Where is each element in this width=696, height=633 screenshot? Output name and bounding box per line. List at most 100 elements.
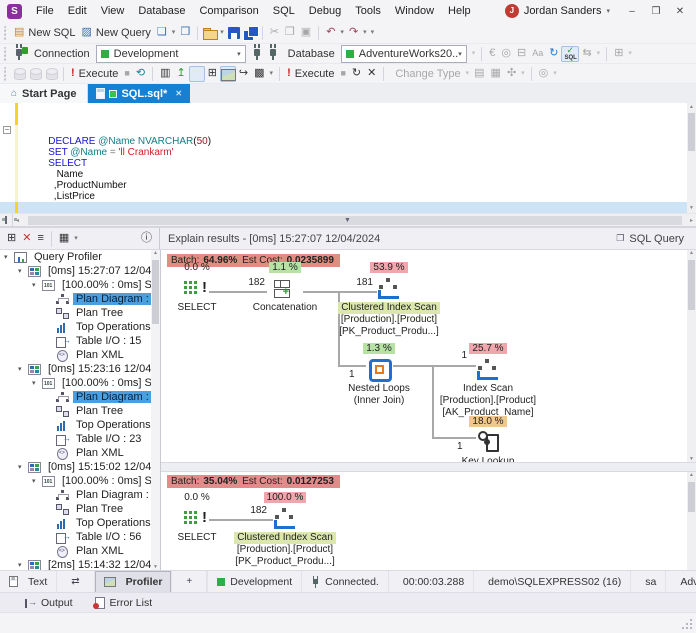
- stop-button[interactable]: ■ ▾: [121, 65, 132, 83]
- history-button[interactable]: ⟲ ▾: [133, 65, 148, 83]
- tree-item[interactable]: Table I/O : 15: [0, 334, 160, 348]
- tree-expander-icon[interactable]: ▾: [18, 267, 28, 275]
- tree-item[interactable]: Table I/O : 23: [0, 432, 160, 446]
- tree-item[interactable]: ▾ [0ms] 15:27:07 12/04/2024: [0, 264, 160, 278]
- combo-box[interactable]: AdventureWorks20... ▾: [340, 44, 467, 63]
- plan-node[interactable]: 18.0 % Key Lookup: [423, 416, 553, 462]
- menu-item[interactable]: Comparison: [192, 2, 265, 20]
- plan-vertical-scrollbar[interactable]: ▲: [687, 472, 696, 570]
- tree-item[interactable]: Plan Diagram : 0.023...: [0, 390, 160, 404]
- tree-item[interactable]: ▾ [2ms] 15:14:32 12/04/2024: [0, 558, 160, 570]
- tree-expander-icon[interactable]: ▾: [18, 561, 28, 569]
- view-mode-dropdown[interactable]: ▾: [72, 231, 80, 247]
- code-fold-icon[interactable]: [3, 126, 11, 134]
- collapse-editor-icon[interactable]: ▼: [344, 217, 351, 224]
- redo-button[interactable]: ↷ ▾: [346, 24, 361, 42]
- save-all-button[interactable]: ▾: [242, 25, 259, 41]
- editor-vertical-scrollbar[interactable]: ▲ ▼: [687, 103, 696, 213]
- new-connection-button[interactable]: ▾: [11, 46, 27, 62]
- scroll-up-icon[interactable]: ▲: [689, 250, 694, 256]
- menu-item[interactable]: Edit: [61, 2, 94, 20]
- estimate-cost-button[interactable]: € ▾: [486, 45, 498, 63]
- scroll-up-icon[interactable]: ▲: [687, 103, 696, 112]
- combo-dropdown-icon[interactable]: ▾: [237, 50, 241, 58]
- code-line[interactable]: WHERE SafetyStockLevel > 500: [0, 191, 696, 202]
- undo-dropdown[interactable]: ▾ ▾: [338, 24, 346, 42]
- tree-item[interactable]: Plan XML: [0, 544, 160, 558]
- execute-button[interactable]: ! Execute ▾: [68, 65, 121, 83]
- combo-box[interactable]: Development ▾: [95, 44, 246, 63]
- clear-sessions-button[interactable]: ≡: [34, 231, 46, 247]
- disconnect-button[interactable]: ▾: [265, 46, 281, 62]
- code-line[interactable]: DECLARE @Name NVARCHAR(50): [0, 103, 696, 147]
- validate-sql-button[interactable]: ▾: [561, 45, 580, 62]
- code-line[interactable]: SELECT: [0, 125, 696, 169]
- plan-panels-splitter[interactable]: [161, 462, 696, 472]
- target-dropdown[interactable]: ▾ ▾: [551, 65, 559, 83]
- scrollbar-thumb[interactable]: [28, 216, 682, 225]
- sql-query-mode[interactable]: ❐ SQL Query: [616, 233, 688, 245]
- tree-item[interactable]: ▾ [100.00% : 0ms] SELEC...: [0, 474, 160, 488]
- plan-diagram-bottom[interactable]: Batch: 35.04% Est Cost: 0.0127253 182 0.0 …: [161, 472, 687, 570]
- diagram-options-button[interactable]: ▩ ▾: [251, 65, 267, 83]
- code-line[interactable]: FROM Production.Product: [0, 180, 696, 191]
- sql-editor[interactable]: DECLARE @Name NVARCHAR(50) SET @Name = '…: [0, 103, 696, 213]
- scroll-down-icon[interactable]: ▼: [687, 204, 696, 213]
- plan-diagram-top[interactable]: Batch: 64.96% Est Cost: 0.0235899 182 181 1 1…: [161, 250, 687, 462]
- redo-dropdown[interactable]: ▾ ▾: [361, 24, 369, 42]
- scrollbar-thumb[interactable]: [688, 482, 695, 512]
- tree-expander-icon[interactable]: ▾: [32, 379, 42, 387]
- menu-item[interactable]: SQL: [266, 2, 302, 20]
- combo-dropdown-icon[interactable]: ▾: [458, 50, 462, 58]
- tab-profiler[interactable]: Profiler: [94, 570, 173, 593]
- plan-layout-button[interactable]: ⊞ ▾: [205, 65, 220, 83]
- tree-item[interactable]: Plan Diagram : 0.050...: [0, 488, 160, 502]
- tree-expander-icon[interactable]: ▾: [32, 477, 42, 485]
- split-view-handle[interactable]: [0, 214, 17, 226]
- scroll-left-icon[interactable]: ◂: [16, 217, 19, 224]
- scrollbar-thumb[interactable]: [688, 113, 695, 151]
- tab-error-list[interactable]: Error List: [83, 596, 163, 609]
- export-plan-button[interactable]: ↪ ▾: [236, 65, 251, 83]
- info-button[interactable]: ⓘ: [138, 231, 155, 247]
- tree-item[interactable]: Plan XML: [0, 348, 160, 362]
- menu-item[interactable]: Help: [441, 2, 478, 20]
- tree-item[interactable]: ▾ [0ms] 15:23:16 12/04/2024: [0, 362, 160, 376]
- menu-item[interactable]: Debug: [302, 2, 348, 20]
- scroll-up-icon[interactable]: ▲: [153, 250, 158, 256]
- tree-expander-icon[interactable]: ▾: [32, 281, 42, 289]
- window-grid-button[interactable]: ⊞ ▾: [611, 45, 626, 63]
- cancel-query-button[interactable]: ✕ ▾: [364, 65, 379, 83]
- compare-dropdown[interactable]: ▾ ▾: [595, 45, 603, 63]
- top-operations-button[interactable]: ▾: [188, 65, 205, 82]
- menu-item[interactable]: Window: [388, 2, 441, 20]
- undo-button[interactable]: ↶ ▾: [323, 24, 338, 42]
- remove-session-button[interactable]: ✕: [19, 231, 34, 247]
- new-sql-button[interactable]: ▤ New SQL ▾: [11, 24, 78, 42]
- add-results-tab-button[interactable]: +: [172, 570, 208, 593]
- import-plan-button[interactable]: ↥ ▾: [173, 65, 188, 83]
- snapshot-button[interactable]: ◎ ▾: [498, 45, 514, 63]
- window-grid-dropdown[interactable]: ▾ ▾: [626, 45, 634, 63]
- close-button[interactable]: ✕: [668, 6, 692, 17]
- format-button[interactable]: Aa ▾: [529, 45, 546, 63]
- new-document-dropdown[interactable]: ▾ ▾: [170, 24, 178, 42]
- plan-node[interactable]: 100.0 % Clustered Index Scan [Production…: [220, 492, 350, 568]
- layout-button[interactable]: ⊟ ▾: [514, 45, 529, 63]
- save-button[interactable]: ▾: [226, 25, 242, 41]
- tree-item[interactable]: ▾ [100.00% : 0ms] SELEC...: [0, 278, 160, 292]
- compare-button[interactable]: ⇆ ▾: [579, 45, 594, 63]
- user-avatar[interactable]: J: [504, 4, 519, 18]
- tab-output[interactable]: Output: [14, 597, 83, 609]
- database-extra-dropdown[interactable]: ▾ ▾: [470, 45, 478, 63]
- database-tool-2-button[interactable]: ▾: [27, 66, 43, 82]
- stop-query-button[interactable]: ■ ▾: [337, 65, 348, 83]
- plan-diagram-button[interactable]: ▾: [219, 65, 236, 82]
- editor-horizontal-scrollbar[interactable]: ◂ ▸ ▼: [0, 213, 696, 226]
- target-button[interactable]: ◎ ▾: [536, 65, 552, 83]
- open-file-button[interactable]: ▾: [202, 25, 219, 41]
- tree-item[interactable]: ▾ [100.00% : 0ms] SELEC...: [0, 376, 160, 390]
- refresh-results-button[interactable]: ↻ ▾: [349, 65, 364, 83]
- database-tool-3-button[interactable]: ▾: [43, 66, 59, 82]
- scrollbar-thumb[interactable]: [152, 260, 159, 324]
